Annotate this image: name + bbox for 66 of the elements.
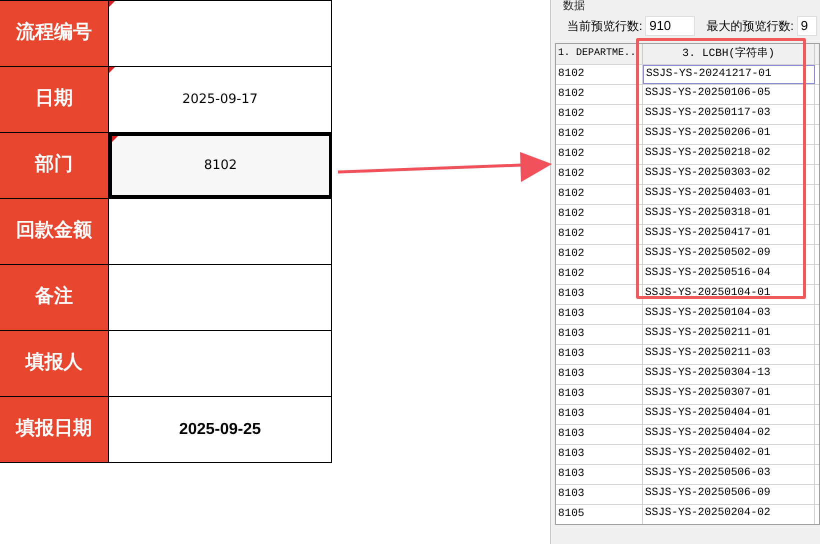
table-cell[interactable]: SSJS-YS-20250106-05	[643, 85, 815, 104]
table-cell: 8102	[556, 85, 643, 104]
table-cell: 8102	[556, 125, 643, 144]
table-cell[interactable]: SSJS-YS-20250211-01	[643, 325, 815, 344]
form-label: 回款金额	[0, 199, 109, 264]
table-cell: 8105	[556, 505, 643, 524]
current-rows-label: 当前预览行数:	[567, 18, 642, 35]
table-cell[interactable]: SSJS-YS-20250117-03	[643, 105, 815, 124]
max-rows-field[interactable]: 9	[796, 16, 817, 36]
table-cell[interactable]: SSJS-YS-20250404-02	[643, 425, 815, 444]
table-cell[interactable]: SSJS-YS-20250104-01	[643, 285, 815, 304]
table-cell: 8102	[556, 65, 643, 84]
table-cell: 8103	[556, 365, 643, 384]
table-cell: 8103	[556, 345, 643, 364]
table-cell[interactable]: SSJS-YS-20250304-13	[643, 365, 815, 384]
column-header[interactable]: 1. DEPARTME..	[556, 44, 643, 64]
max-rows-label: 最大的预览行数:	[706, 18, 794, 35]
form-value-cell[interactable]: 8102	[109, 133, 332, 198]
table-cell[interactable]: SSJS-YS-20250204-02	[643, 505, 815, 524]
table-cell[interactable]: SSJS-YS-20250303-02	[643, 165, 815, 184]
table-cell: 8102	[556, 185, 643, 204]
table-cell: 8103	[556, 285, 643, 304]
table-cell: 8103	[556, 425, 643, 444]
form-label: 部门	[0, 133, 109, 198]
table-cell[interactable]: SSJS-YS-20250506-09	[643, 485, 815, 504]
form-value: 8102	[204, 156, 238, 175]
table-cell[interactable]: SSJS-YS-20250502-09	[643, 245, 815, 264]
table-cell: 8102	[556, 205, 643, 224]
table-cell[interactable]: SSJS-YS-20250318-01	[643, 205, 815, 224]
group-title: 数据	[563, 0, 586, 12]
form-value: 2025-09-17	[182, 90, 258, 109]
table-cell[interactable]: SSJS-YS-20250516-04	[643, 265, 815, 284]
table-cell: 8103	[556, 305, 643, 324]
table-cell[interactable]: SSJS-YS-20250104-03	[643, 305, 815, 324]
table-cell[interactable]: SSJS-YS-20250211-03	[643, 345, 815, 364]
table-cell: 8103	[556, 465, 643, 484]
table-cell: 8102	[556, 165, 643, 184]
table-cell: 8102	[556, 265, 643, 284]
table-cell: 8102	[556, 245, 643, 264]
table-cell: 8103	[556, 445, 643, 464]
table-cell[interactable]: SSJS-YS-20250417-01	[643, 225, 815, 244]
table-cell[interactable]: SSJS-YS-20250206-01	[643, 125, 815, 144]
form-label: 填报人	[0, 331, 109, 396]
table-cell[interactable]: SSJS-YS-20250218-02	[643, 145, 815, 164]
column-header[interactable]: 3. LCBH(字符串)	[643, 44, 815, 64]
form-value: 2025-09-25	[179, 420, 261, 440]
table-cell: 8103	[556, 405, 643, 424]
table-cell[interactable]: SSJS-YS-20250307-01	[643, 385, 815, 404]
table-cell: 8102	[556, 225, 643, 244]
table-cell[interactable]: SSJS-YS-20241217-01	[643, 65, 815, 84]
form-value-cell[interactable]: 2025-09-17	[109, 67, 332, 132]
table-cell: 8102	[556, 145, 643, 164]
table-cell[interactable]: SSJS-YS-20250404-01	[643, 405, 815, 424]
table-cell: 8103	[556, 385, 643, 404]
table-cell[interactable]: SSJS-YS-20250506-03	[643, 465, 815, 484]
table-cell[interactable]: SSJS-YS-20250402-01	[643, 445, 815, 464]
table-cell[interactable]: SSJS-YS-20250403-01	[643, 185, 815, 204]
form-label: 备注	[0, 265, 109, 330]
form-label: 填报日期	[0, 397, 109, 462]
table-cell: 8103	[556, 485, 643, 504]
current-rows-field[interactable]: 910	[645, 16, 696, 36]
form-label: 流程编号	[0, 1, 109, 66]
form-label: 日期	[0, 67, 109, 132]
form-value-cell[interactable]	[109, 1, 332, 66]
table-cell: 8103	[556, 325, 643, 344]
table-cell: 8102	[556, 105, 643, 124]
